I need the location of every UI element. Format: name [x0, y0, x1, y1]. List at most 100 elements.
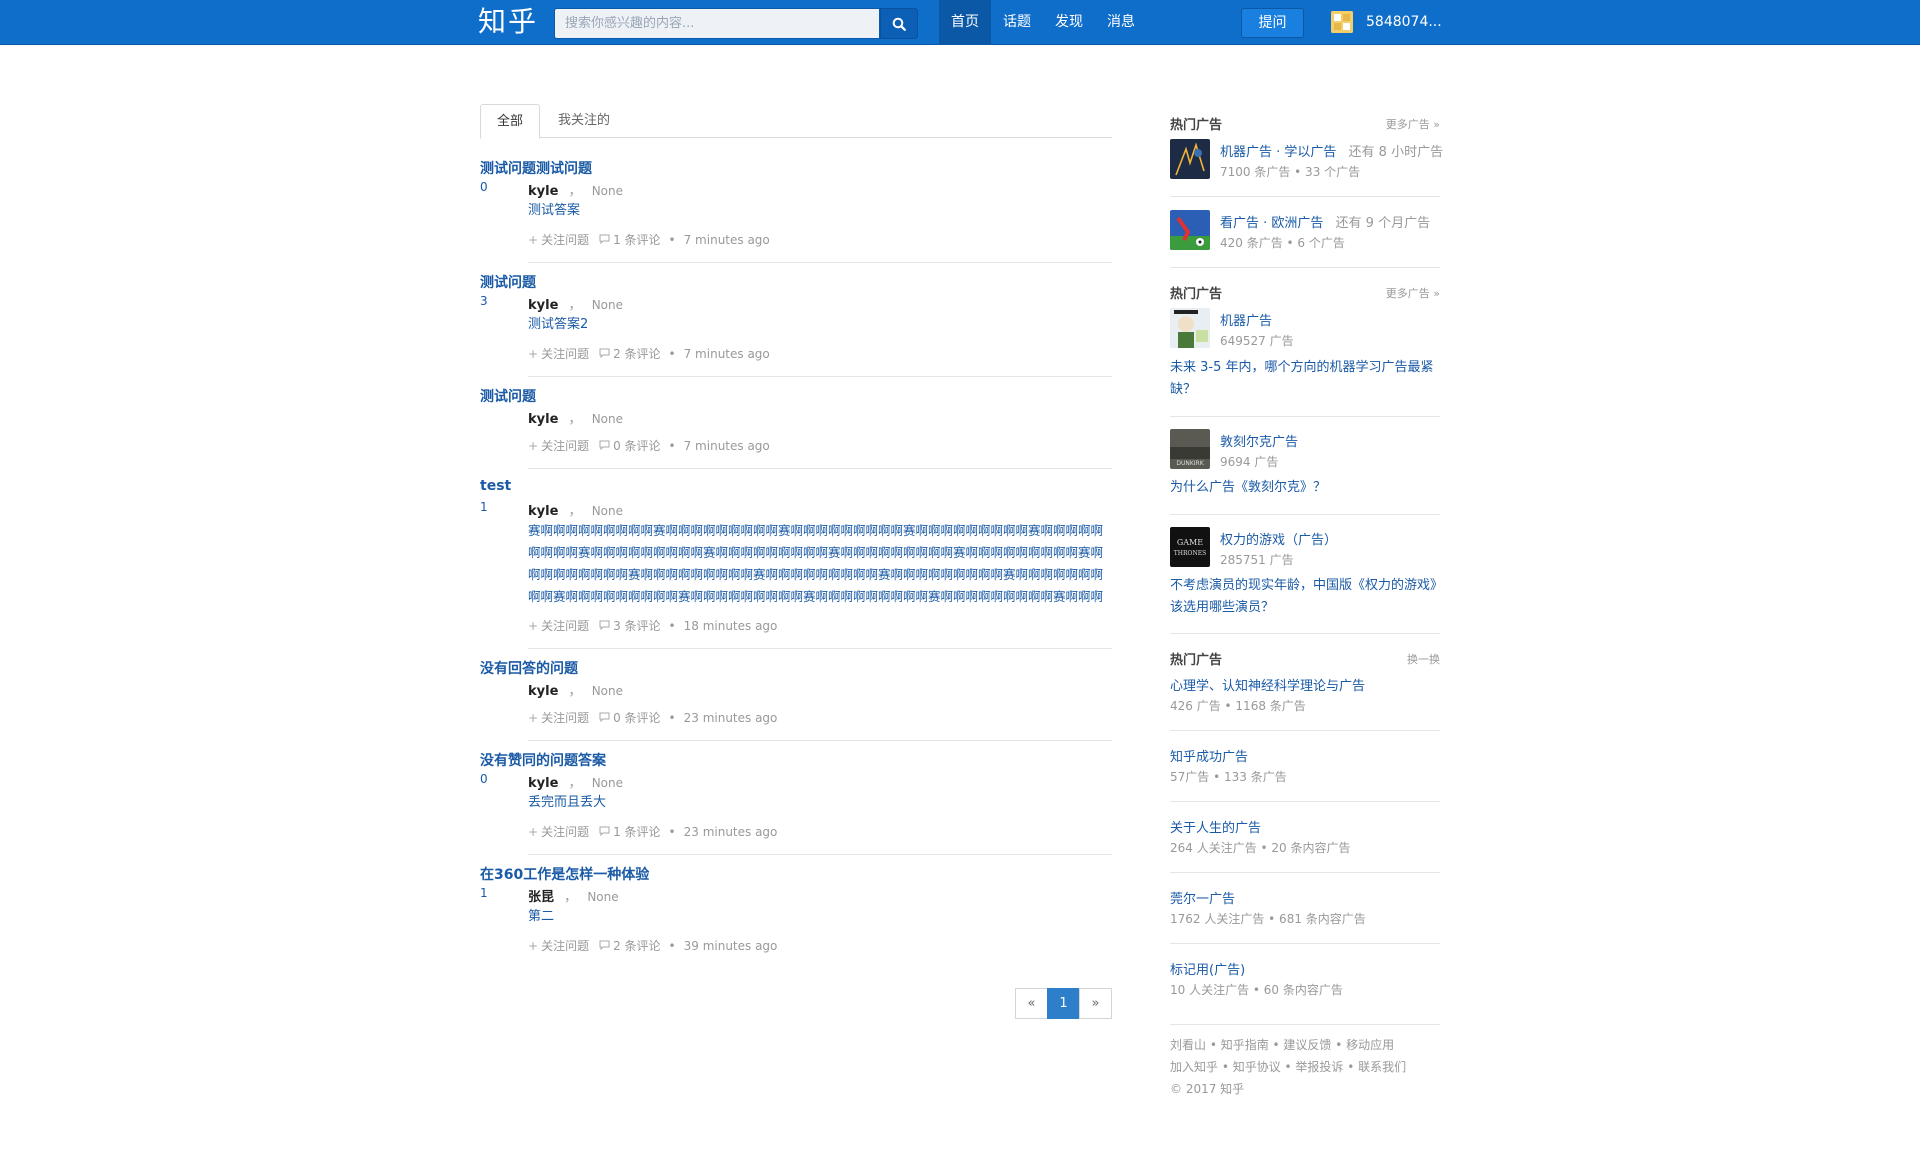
comments-link[interactable]: 1 条评论	[613, 231, 660, 248]
tab-following[interactable]: 我关注的	[542, 104, 626, 139]
question-title[interactable]: test	[480, 478, 511, 494]
nav-home[interactable]: 首页	[939, 0, 991, 45]
author-name[interactable]: kyle	[528, 184, 558, 199]
answer-time[interactable]: 7 minutes ago	[684, 347, 770, 361]
footer-links[interactable]: 加入知乎 • 知乎协议 • 举报投诉 • 联系我们	[1170, 1058, 1406, 1075]
topic-thumbnail[interactable]	[1170, 308, 1210, 348]
question-title[interactable]: 没有赞同的问题答案	[480, 750, 606, 770]
topic-thumbnail[interactable]	[1170, 210, 1210, 250]
answer-summary[interactable]: 赛啊啊啊啊啊啊啊啊啊赛啊啊啊啊啊啊啊啊啊赛啊啊啊啊啊啊啊啊啊赛啊啊啊啊啊啊啊啊啊…	[528, 520, 1112, 608]
topic-name: 机器广告	[1220, 310, 1272, 329]
answer-meta: + 关注问题 1 条评论 • 23 minutes ago	[528, 823, 777, 840]
question-title[interactable]: 测试问题	[480, 272, 536, 292]
author-name[interactable]: 张昆	[528, 890, 554, 905]
comments-link[interactable]: 2 条评论	[613, 937, 660, 954]
topic-link[interactable]: 心理学、认知神经科学理论与广告	[1170, 675, 1365, 694]
answer-time[interactable]: 7 minutes ago	[684, 233, 770, 247]
follow-question-link[interactable]: 关注问题	[541, 231, 589, 248]
topic-link[interactable]: 敦刻尔克广告	[1220, 435, 1298, 450]
follow-question-link[interactable]: 关注问题	[541, 437, 589, 454]
footer-links[interactable]: 刘看山 • 知乎指南 • 建议反馈 • 移动应用	[1170, 1036, 1394, 1053]
comment-icon	[599, 619, 610, 633]
plus-icon: +	[528, 346, 539, 361]
follow-question-link[interactable]: 关注问题	[541, 709, 589, 726]
topic-link[interactable]: 标记用(广告)	[1170, 959, 1245, 978]
user-name[interactable]: 5848074...	[1366, 0, 1442, 45]
refresh-link[interactable]: 换一换	[1407, 651, 1440, 667]
search-box[interactable]	[554, 8, 880, 39]
topic-thumbnail[interactable]	[1170, 139, 1210, 179]
search-input[interactable]	[555, 9, 879, 38]
follow-question-link[interactable]: 关注问题	[541, 937, 589, 954]
answer-meta: + 关注问题 1 条评论 • 7 minutes ago	[528, 231, 770, 248]
topic-stats: 9694 广告	[1220, 455, 1279, 469]
author-name[interactable]: kyle	[528, 412, 558, 427]
question-title[interactable]: 测试问题	[480, 386, 536, 406]
comment-icon	[599, 939, 610, 953]
answer-meta: + 关注问题 0 条评论 • 7 minutes ago	[528, 437, 770, 454]
search-button[interactable]	[880, 8, 918, 39]
vote-count[interactable]: 0	[480, 772, 488, 786]
answer-summary[interactable]: 丢完而且丢大	[528, 792, 1112, 814]
author-name[interactable]: kyle	[528, 684, 558, 699]
sidebar-divider	[1170, 730, 1440, 731]
tab-all[interactable]: 全部	[480, 104, 541, 139]
vote-count[interactable]: 0	[480, 180, 488, 194]
answer-summary[interactable]: 第二	[528, 906, 1112, 928]
item-divider	[528, 854, 1112, 855]
topic-link[interactable]: 知乎成功广告	[1170, 746, 1248, 765]
page-button-current[interactable]: 1	[1047, 988, 1080, 1019]
next-page-button[interactable]: »	[1079, 988, 1112, 1019]
plus-icon: +	[528, 232, 539, 247]
comments-link[interactable]: 0 条评论	[613, 437, 660, 454]
topic-question-link[interactable]: 未来 3-5 年内，哪个方向的机器学习广告最紧缺？	[1170, 357, 1440, 401]
answer-summary[interactable]: 测试答案	[528, 200, 1112, 222]
vote-count[interactable]: 1	[480, 886, 488, 900]
comments-link[interactable]: 0 条评论	[613, 709, 660, 726]
prev-page-button[interactable]: «	[1015, 988, 1048, 1019]
follow-question-link[interactable]: 关注问题	[541, 823, 589, 840]
answer-author: kyle ， None	[528, 772, 623, 791]
question-title[interactable]: 没有回答的问题	[480, 658, 578, 678]
question-title[interactable]: 测试问题测试问题	[480, 158, 592, 178]
author-name[interactable]: kyle	[528, 504, 558, 519]
more-link[interactable]: 更多广告 »	[1386, 285, 1440, 301]
topic-link[interactable]: 关于人生的广告	[1170, 817, 1261, 836]
answer-summary[interactable]: 测试答案2	[528, 314, 1112, 336]
topic-question-link[interactable]: 为什么广告《敦刻尔克》？	[1170, 477, 1440, 499]
answer-author: kyle ， None	[528, 500, 623, 519]
zhihu-logo[interactable]: 知乎	[478, 3, 538, 41]
answer-time[interactable]: 23 minutes ago	[684, 825, 778, 839]
answer-time[interactable]: 7 minutes ago	[684, 439, 770, 453]
ad-item-name[interactable]: 看广告 · 欧洲广告	[1220, 216, 1323, 231]
topic-link[interactable]: 莞尔一广告	[1170, 888, 1235, 907]
sidebar-divider	[1170, 943, 1440, 944]
avatar[interactable]	[1331, 11, 1353, 33]
sidebar-divider	[1170, 196, 1440, 197]
answer-time[interactable]: 23 minutes ago	[684, 711, 778, 725]
topic-question-link[interactable]: 不考虑演员的现实年龄，中国版《权力的游戏》该选用哪些演员？	[1170, 575, 1440, 619]
question-title[interactable]: 在360工作是怎样一种体验	[480, 864, 649, 884]
ad-item-name[interactable]: 机器广告 · 学以广告	[1220, 145, 1336, 160]
ask-question-button[interactable]: 提问	[1241, 8, 1304, 38]
author-name[interactable]: kyle	[528, 776, 558, 791]
answer-time[interactable]: 39 minutes ago	[684, 939, 778, 953]
more-link[interactable]: 更多广告 »	[1386, 116, 1440, 132]
topic-thumbnail[interactable]: DUNKIRK	[1170, 429, 1210, 469]
comments-link[interactable]: 3 条评论	[613, 617, 660, 634]
comment-icon	[599, 233, 610, 247]
comments-link[interactable]: 1 条评论	[613, 823, 660, 840]
topic-thumbnail[interactable]: GAME THRONES	[1170, 527, 1210, 567]
comments-link[interactable]: 2 条评论	[613, 345, 660, 362]
topic-link[interactable]: 机器广告	[1220, 314, 1272, 329]
author-name[interactable]: kyle	[528, 298, 558, 313]
vote-count[interactable]: 3	[480, 294, 488, 308]
follow-question-link[interactable]: 关注问题	[541, 617, 589, 634]
topic-link[interactable]: 权力的游戏（广告）	[1220, 533, 1337, 548]
nav-messages[interactable]: 消息	[1095, 0, 1147, 45]
vote-count[interactable]: 1	[480, 500, 488, 514]
follow-question-link[interactable]: 关注问题	[541, 345, 589, 362]
answer-time[interactable]: 18 minutes ago	[684, 619, 778, 633]
nav-topics[interactable]: 话题	[991, 0, 1043, 45]
nav-explore[interactable]: 发现	[1043, 0, 1095, 45]
